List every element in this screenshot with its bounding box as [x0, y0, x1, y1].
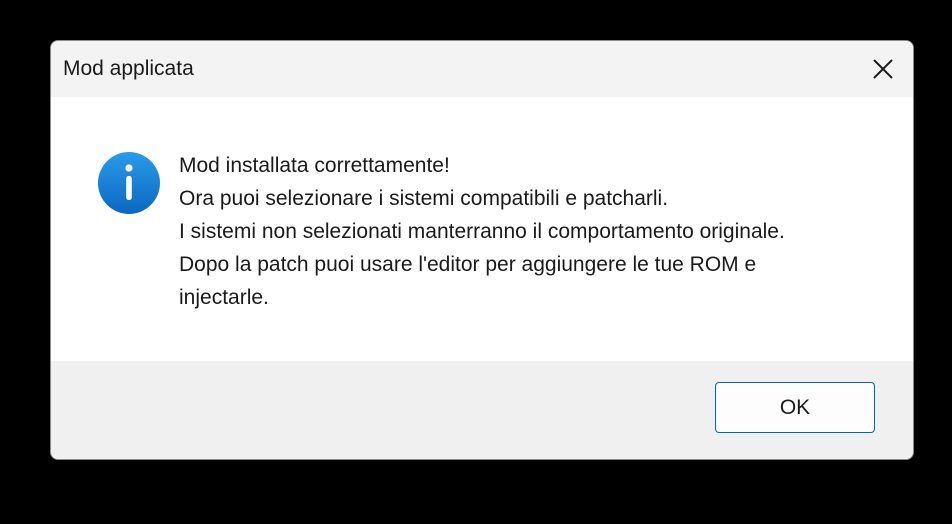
close-button[interactable] [859, 49, 907, 89]
message-line: injectarle. [179, 286, 269, 309]
info-icon [98, 152, 160, 214]
message-line: I sistemi non selezionati manterranno il… [179, 220, 785, 243]
close-icon [873, 59, 893, 79]
message-line: Mod installata correttamente! [179, 154, 450, 177]
dialog-title: Mod applicata [63, 57, 194, 80]
message-line: Dopo la patch puoi usare l'editor per ag… [179, 253, 757, 276]
dialog-content: Mod installata correttamente! Ora puoi s… [51, 97, 913, 361]
dialog-titlebar[interactable]: Mod applicata [51, 41, 913, 97]
message-line: Ora puoi selezionare i sistemi compatibi… [179, 187, 669, 210]
ok-button[interactable]: OK [715, 382, 875, 433]
dialog-footer: OK [51, 361, 913, 459]
dialog-message: Mod installata correttamente! Ora puoi s… [179, 149, 889, 314]
message-dialog: Mod applicata Mod installata correttamen… [50, 40, 914, 460]
